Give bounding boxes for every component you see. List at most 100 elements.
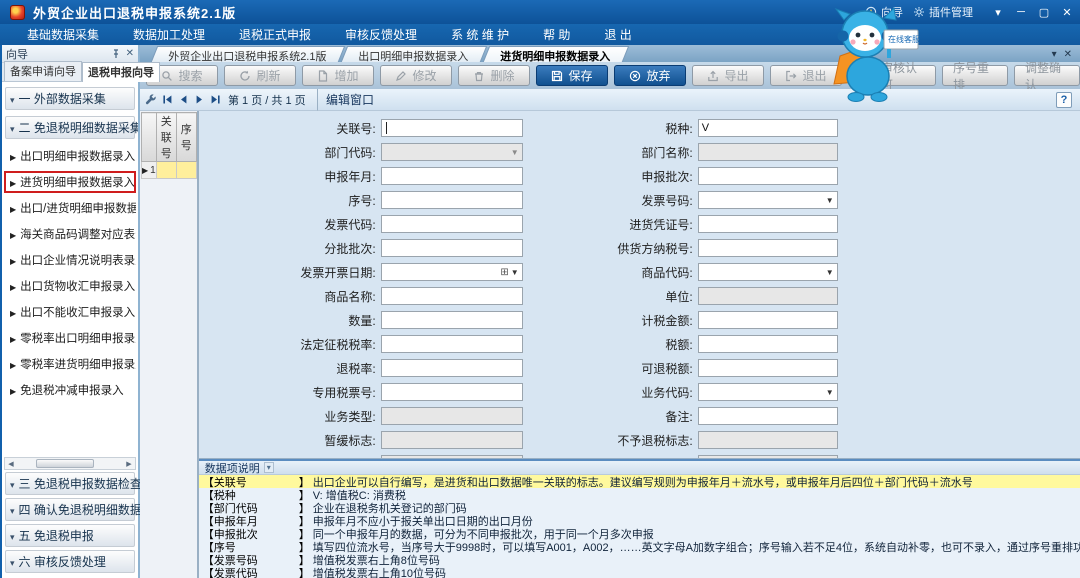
sidebar-tab[interactable]: 退税申报向导	[82, 62, 160, 82]
grid-cell[interactable]	[176, 162, 196, 179]
invoice-date-field[interactable]: ⊞▼	[381, 263, 523, 281]
discard-button[interactable]: 放弃	[614, 65, 686, 86]
refundable-amount-field[interactable]	[698, 359, 838, 377]
assoc-no-field[interactable]	[381, 119, 523, 137]
adjust-confirm-button[interactable]: 调整确认	[1014, 65, 1080, 86]
quantity-field[interactable]	[381, 311, 523, 329]
tree-item-label: 零税率进货明细申报录入	[20, 359, 136, 371]
online-service-mascot[interactable]: 在线客服	[822, 4, 922, 104]
goods-code-field[interactable]: ▼	[698, 263, 838, 281]
seq-no-field[interactable]	[381, 191, 523, 209]
edit-icon	[395, 70, 407, 82]
wrench-icon[interactable]	[144, 93, 157, 106]
tree-section[interactable]: ▾六 审核反馈处理	[5, 550, 135, 573]
note-bracket: 】	[299, 565, 313, 578]
prev-page-icon[interactable]	[178, 94, 189, 105]
record-grid-panel: 关联号序号 ▶1	[140, 111, 199, 578]
tree-item[interactable]: ▶免退税冲减申报录入	[4, 379, 136, 401]
close-icon[interactable]: ✕	[1060, 6, 1074, 19]
tree-item[interactable]: ▶进货明细申报数据录入	[4, 171, 136, 193]
menu-item[interactable]: 退 出	[587, 26, 648, 43]
menu-item[interactable]: 审核反馈处理	[328, 26, 434, 43]
sidebar-horizontal-scrollbar[interactable]: ◀ ▶	[4, 457, 136, 470]
first-page-icon[interactable]	[162, 94, 173, 105]
supplier-tax-no-field[interactable]	[698, 239, 838, 257]
declare-ym-field[interactable]	[381, 167, 523, 185]
tree-section[interactable]: ▾二 免退税明细数据采集	[5, 116, 135, 139]
minimize-icon[interactable]: ─	[1014, 6, 1028, 19]
taxable-amount-field[interactable]	[698, 311, 838, 329]
doc-tab[interactable]: 出口明细申报数据录入	[341, 46, 487, 62]
help-button[interactable]: ?	[1056, 92, 1072, 108]
caret-down-icon: ▼	[826, 268, 834, 277]
export-button[interactable]: 导出	[692, 65, 764, 86]
menu-item[interactable]: 基础数据采集	[10, 26, 116, 43]
arrow-right-icon: ▶	[10, 257, 16, 266]
button-label: 刷新	[256, 67, 280, 84]
caret-down-icon[interactable]: ▾	[991, 6, 1005, 19]
tree-item-label: 出口不能收汇申报录入（已认	[20, 307, 136, 319]
arrow-right-icon: ▶	[10, 153, 16, 162]
legal-tax-rate-field[interactable]	[381, 335, 523, 353]
form-row: 序号:发票号码:▼	[199, 188, 1080, 212]
grid-header-cell[interactable]: 关联号	[156, 113, 176, 162]
grid-row[interactable]: ▶1	[142, 162, 197, 179]
tree-section[interactable]: ▾三 免退税申报数据检查	[5, 472, 135, 495]
invoice-no-field[interactable]: ▼	[698, 191, 838, 209]
add-button[interactable]: 增加	[302, 65, 374, 86]
tax-type-field[interactable]: V	[698, 119, 838, 137]
row-selector[interactable]: ▶1	[142, 162, 157, 179]
pin-icon[interactable]	[111, 49, 121, 59]
tree-item[interactable]: ▶出口货物收汇申报录入（已认	[4, 275, 136, 297]
maximize-icon[interactable]: ▢	[1037, 6, 1051, 19]
delete-button[interactable]: 删除	[458, 65, 530, 86]
goods-name-field[interactable]	[381, 287, 523, 305]
scrollbar-thumb[interactable]	[36, 459, 94, 468]
doc-tab[interactable]: 外贸企业出口退税申报系统2.1版	[151, 46, 346, 62]
tree-item[interactable]: ▶出口不能收汇申报录入（已认	[4, 301, 136, 323]
menu-item[interactable]: 帮 助	[526, 26, 587, 43]
business-code-field[interactable]: ▼	[698, 383, 838, 401]
form-control-wrap	[698, 215, 838, 233]
scroll-left-icon[interactable]: ◀	[5, 460, 17, 468]
refund-rate-field[interactable]	[381, 359, 523, 377]
special-tax-invoice-field[interactable]	[381, 383, 523, 401]
batch-lot-field[interactable]	[381, 239, 523, 257]
last-page-icon[interactable]	[210, 94, 221, 105]
menu-item[interactable]: 系 统 维 护	[434, 26, 526, 43]
sidebar-tab[interactable]: 备案申请向导	[4, 61, 82, 81]
delete-icon	[473, 70, 485, 82]
tree-item[interactable]: ▶零税率出口明细申报录入	[4, 327, 136, 349]
refresh-button[interactable]: 刷新	[224, 65, 296, 86]
menu-item[interactable]: 数据加工处理	[116, 26, 222, 43]
scroll-right-icon[interactable]: ▶	[123, 460, 135, 468]
tree-item[interactable]: ▶出口明细申报数据录入	[4, 145, 136, 167]
grid-header-cell[interactable]: 序号	[176, 113, 196, 162]
tax-amount-field[interactable]	[698, 335, 838, 353]
tree-item[interactable]: ▶出口企业情况说明表录入	[4, 249, 136, 271]
menu-item[interactable]: 退税正式申报	[222, 26, 328, 43]
edit-button[interactable]: 修改	[380, 65, 452, 86]
tree-section[interactable]: ▾五 免退税申报	[5, 524, 135, 547]
plugin-manager-button[interactable]: 插件管理	[913, 4, 973, 20]
tree-section[interactable]: ▾四 确认免退税明细数据	[5, 498, 135, 521]
tree-item[interactable]: ▶出口/进货明细申报数据录入	[4, 197, 136, 219]
field-label: 暂缓标志:	[199, 432, 381, 449]
save-button[interactable]: 保存	[536, 65, 608, 86]
caret-down-icon: ▾	[10, 95, 15, 105]
tree-item[interactable]: ▶海关商品码调整对应表录入	[4, 223, 136, 245]
grid-cell[interactable]	[156, 162, 176, 179]
sidebar-close-icon[interactable]: ✕	[126, 48, 134, 59]
doc-tab[interactable]: 进货明细申报数据录入	[483, 46, 629, 62]
remark-field[interactable]	[698, 407, 838, 425]
reorder-button[interactable]: 序号重排	[942, 65, 1008, 86]
invoice-code-field[interactable]	[381, 215, 523, 233]
tree-item[interactable]: ▶零税率进货明细申报录入	[4, 353, 136, 375]
wizard-tree: ▾一 外部数据采集 ▾二 免退税明细数据采集 ▶出口明细申报数据录入 ▶进货明细申报数…	[2, 82, 138, 455]
purchase-voucher-field[interactable]	[698, 215, 838, 233]
field-label: 发票代码:	[199, 216, 381, 233]
next-page-icon[interactable]	[194, 94, 205, 105]
notes-caret-down-icon[interactable]: ▾	[264, 462, 274, 473]
declare-batch-field[interactable]	[698, 167, 838, 185]
tree-section[interactable]: ▾一 外部数据采集	[5, 87, 135, 110]
